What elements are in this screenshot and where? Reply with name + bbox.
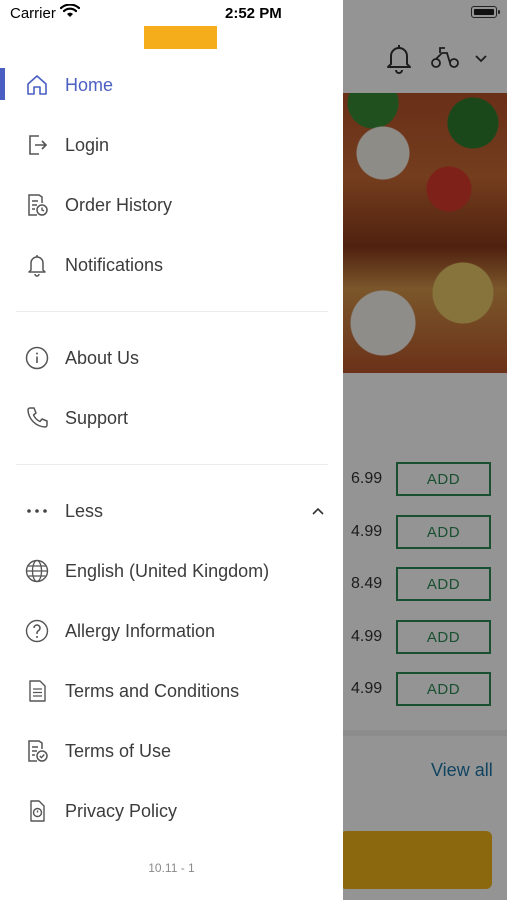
question-icon [25,619,49,643]
clock: 2:52 PM [225,5,282,22]
menu-item-privacy-policy[interactable]: Privacy Policy [0,786,343,836]
menu-item-terms-of-use[interactable]: Terms of Use [0,726,343,776]
carrier-label: Carrier [10,5,56,22]
menu-item-terms-and-conditions[interactable]: Terms and Conditions [0,666,343,716]
menu-label: Support [65,408,129,428]
menu-item-notifications[interactable]: Notifications [0,240,343,290]
login-icon [29,135,48,155]
menu-item-order-history[interactable]: Order History [0,180,343,230]
more-dots-icon [27,509,47,513]
menu-label: English (United Kingdom) [65,561,270,581]
menu-divider [16,311,328,312]
menu-item-allergy-information[interactable]: Allergy Information [0,606,343,656]
info-icon [25,346,49,370]
brand-logo [144,26,217,49]
menu-label: Login [65,135,110,155]
privacy-icon [30,800,45,822]
battery-icon [471,6,500,18]
menu-item-about-us[interactable]: About Us [0,333,343,383]
app-version: 10.11 - 1 [148,861,195,875]
menu-label: Privacy Policy [65,801,178,821]
order-history-icon [28,194,48,216]
phone-icon [27,407,48,428]
menu-item-support[interactable]: Support [0,393,343,443]
chevron-up-icon[interactable] [311,505,325,517]
menu-label: Order History [65,195,173,215]
home-icon [27,75,47,95]
menu-label: Terms of Use [65,741,172,761]
menu-label: Notifications [65,255,164,275]
navigation-drawer: Home Login Order History Notifications A… [0,0,343,900]
menu-item-login[interactable]: Login [0,120,343,170]
less-toggle[interactable]: Less [0,486,343,536]
menu-label: Allergy Information [65,621,216,641]
menu-item-language[interactable]: English (United Kingdom) [0,546,343,596]
menu-label: Home [65,75,114,95]
wifi-icon [60,4,80,17]
menu-label: About Us [65,348,140,368]
globe-icon [25,559,49,583]
document-icon [29,680,46,702]
menu-divider [16,464,328,465]
bell-icon [28,255,46,277]
menu-label: Terms and Conditions [65,681,240,701]
menu-item-home[interactable]: Home [0,60,343,110]
status-bar: Carrier 2:52 PM [0,0,507,28]
menu-label: Less [65,501,104,521]
terms-check-icon [28,740,48,762]
